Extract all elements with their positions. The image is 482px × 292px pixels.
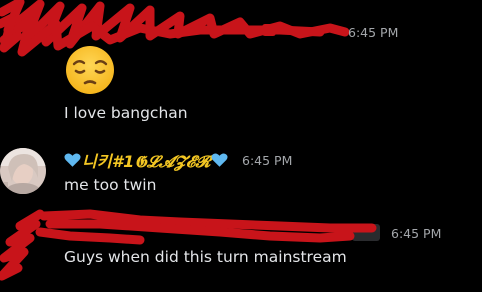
avatar-image xyxy=(0,148,46,194)
message-text: Guys when did this turn mainstream xyxy=(64,248,347,266)
message-timestamp: 6:45 PM xyxy=(348,25,399,40)
avatar[interactable] xyxy=(0,148,46,194)
message-timestamp: 6:45 PM xyxy=(391,226,442,241)
username[interactable]: 니키#1𝕲𝓛𝓐𝓩𝓔𝓡 xyxy=(64,148,229,172)
redaction-scribble-1 xyxy=(0,0,350,57)
light-blue-heart-icon xyxy=(64,153,81,167)
username-text[interactable]: 니키#1𝕲𝓛𝓐𝓩𝓔𝓡 xyxy=(82,148,210,172)
redaction-scribble-3 xyxy=(0,209,377,281)
message-timestamp: 6:45 PM xyxy=(242,153,293,168)
light-blue-heart-icon xyxy=(211,153,229,167)
pensive-face-emoji-icon[interactable] xyxy=(63,43,117,97)
message-text: I love bangchan xyxy=(64,104,188,122)
message-text: me too twin xyxy=(64,176,157,194)
